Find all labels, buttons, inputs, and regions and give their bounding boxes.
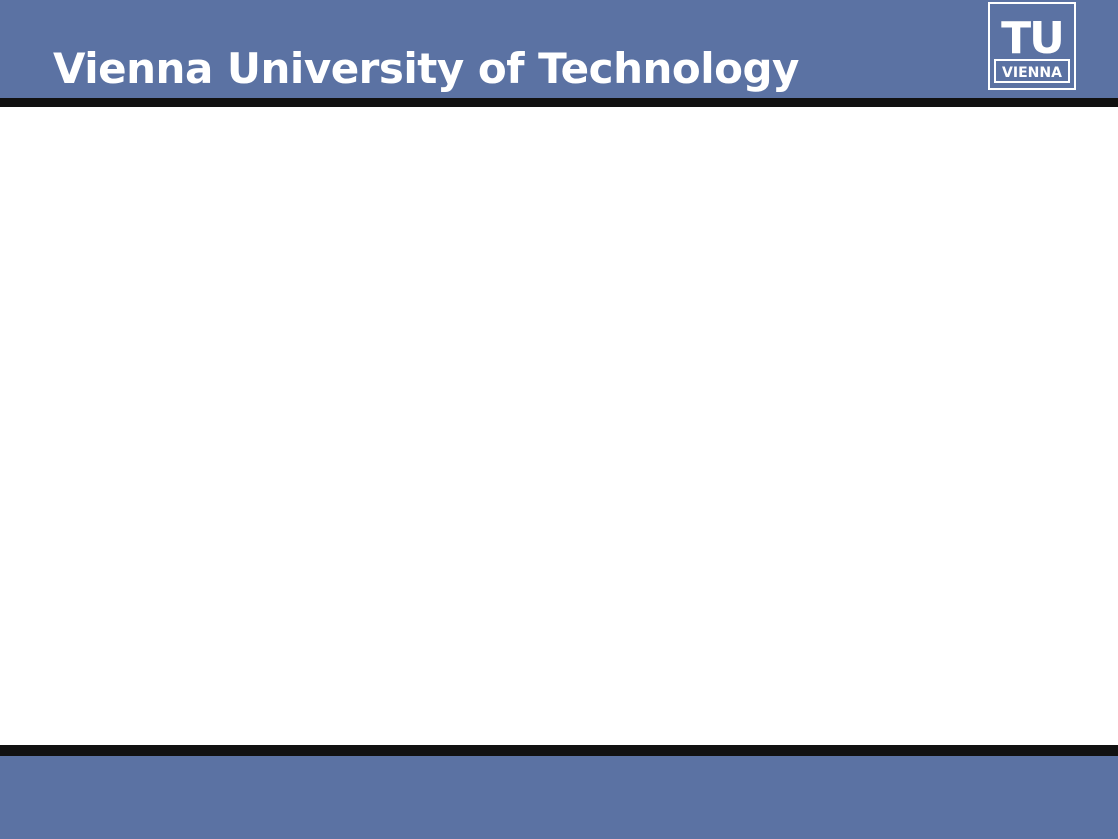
tu-vienna-logo-icon: TU VIENNA bbox=[988, 2, 1076, 90]
header-band: Vienna University of Technology TU VIENN… bbox=[0, 0, 1118, 98]
header-divider bbox=[0, 98, 1118, 107]
slide-content-area bbox=[0, 107, 1118, 745]
logo-tu-text: TU bbox=[1001, 13, 1063, 64]
page-title: Vienna University of Technology bbox=[53, 44, 799, 93]
footer-divider bbox=[0, 745, 1118, 756]
slide: Vienna University of Technology TU VIENN… bbox=[0, 0, 1118, 839]
footer-band bbox=[0, 756, 1118, 839]
logo-vienna-text: VIENNA bbox=[1002, 65, 1062, 81]
